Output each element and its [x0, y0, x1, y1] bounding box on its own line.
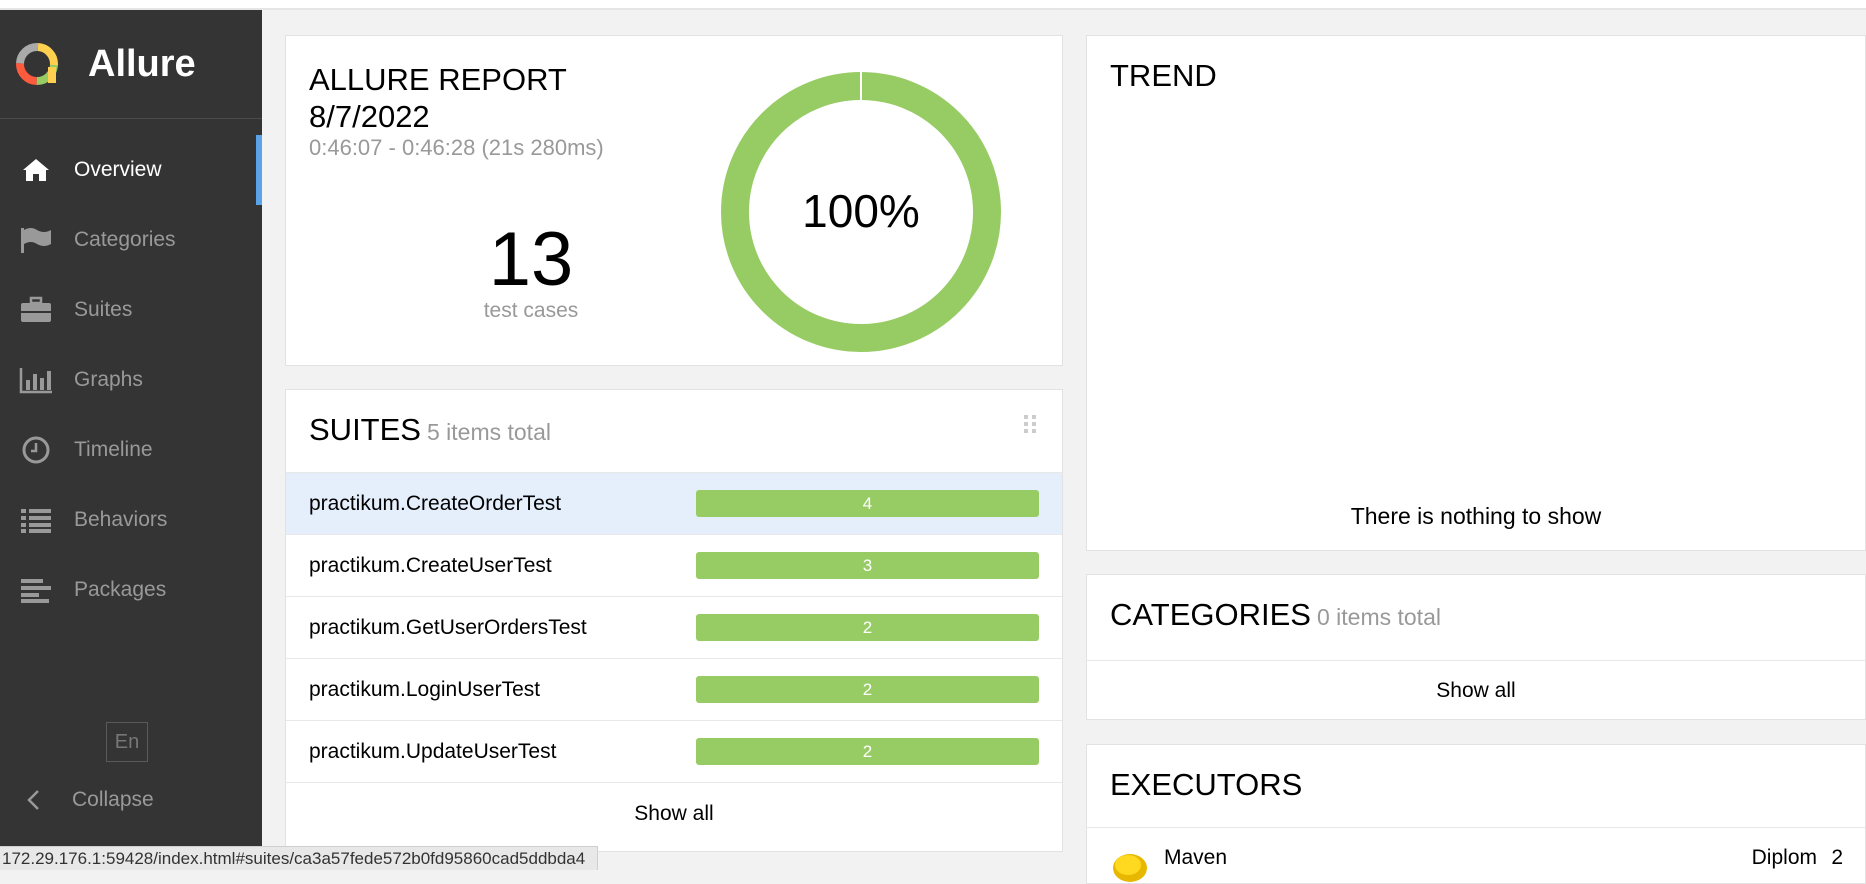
sidebar-item-label: Suites [74, 298, 133, 321]
categories-header: CATEGORIES 0 items total [1110, 597, 1441, 633]
pass-rate-donut[interactable]: 100% [721, 72, 1001, 352]
suite-row[interactable]: practikum.CreateUserTest 3 [286, 534, 1062, 596]
suites-show-all-link[interactable]: Show all [286, 782, 1062, 844]
sidebar-item-suites[interactable]: Suites [0, 275, 262, 345]
test-case-count: 13 [488, 217, 574, 302]
sidebar-item-categories[interactable]: Categories [0, 205, 262, 275]
suite-name: practikum.CreateUserTest [309, 553, 552, 577]
report-time-range: 0:46:07 - 0:46:28 (21s 280ms) [309, 135, 604, 160]
suite-name: practikum.UpdateUserTest [309, 739, 557, 763]
report-title-text: ALLURE REPORT [309, 62, 567, 97]
categories-show-all-link[interactable]: Show all [1087, 660, 1865, 720]
categories-subtitle: 0 items total [1316, 604, 1441, 630]
suite-status-bar: 2 [696, 738, 1039, 765]
sidebar-item-timeline[interactable]: Timeline [0, 415, 262, 485]
clock-icon [18, 435, 54, 465]
test-case-count-label: test cases [483, 299, 579, 322]
categories-widget: CATEGORIES 0 items total Show all [1086, 574, 1866, 720]
home-icon [18, 155, 54, 185]
align-left-icon [18, 575, 54, 605]
allure-logo-icon [16, 43, 58, 85]
report-title: ALLURE REPORT 8/7/2022 [309, 61, 567, 135]
suite-status-bar: 4 [696, 490, 1039, 517]
flag-icon [18, 225, 54, 255]
chevron-left-icon [16, 785, 52, 815]
suite-status-bar: 3 [696, 552, 1039, 579]
trend-widget: TREND There is nothing to show [1086, 35, 1866, 551]
drag-handle-icon[interactable] [1023, 414, 1037, 434]
collapse-label: Collapse [72, 788, 154, 811]
maven-executor-icon [1113, 854, 1147, 882]
suites-header: SUITES 5 items total [309, 412, 551, 448]
suites-widget: SUITES 5 items total practikum.CreateOrde… [285, 389, 1063, 852]
bar-chart-icon [18, 365, 54, 395]
suite-row[interactable]: practikum.GetUserOrdersTest 2 [286, 596, 1062, 658]
sidebar: Allure Overview Categories Suites Graphs [0, 10, 262, 869]
suite-status-bar: 2 [696, 676, 1039, 703]
suite-row[interactable]: practikum.LoginUserTest 2 [286, 658, 1062, 720]
sidebar-item-label: Graphs [74, 368, 143, 391]
sidebar-item-overview[interactable]: Overview [0, 135, 262, 205]
executor-build-number: 2 [1831, 846, 1843, 869]
sidebar-item-graphs[interactable]: Graphs [0, 345, 262, 415]
app-name: Allure [88, 42, 196, 85]
sidebar-item-packages[interactable]: Packages [0, 555, 262, 625]
language-button[interactable]: En [106, 722, 148, 762]
suite-name: practikum.LoginUserTest [309, 677, 541, 701]
executors-title: EXECUTORS [1110, 767, 1303, 802]
report-date: 8/7/2022 [309, 99, 430, 134]
sidebar-item-label: Categories [74, 228, 176, 251]
suite-status-bar: 2 [696, 614, 1039, 641]
list-icon [18, 505, 54, 535]
sidebar-item-label: Behaviors [74, 508, 168, 531]
suite-row[interactable]: practikum.CreateOrderTest 4 [286, 472, 1062, 534]
collapse-button[interactable]: Collapse [0, 780, 154, 820]
sidebar-item-label: Overview [74, 158, 162, 181]
trend-title: TREND [1110, 58, 1217, 93]
briefcase-icon [18, 295, 54, 325]
suite-name: practikum.CreateOrderTest [309, 491, 562, 515]
executor-name: Maven [1164, 846, 1228, 869]
browser-status-url: 172.29.176.1:59428/index.html#suites/ca3… [0, 846, 599, 870]
suite-row[interactable]: practikum.UpdateUserTest 2 [286, 720, 1062, 782]
suites-subtitle: 5 items total [426, 419, 551, 445]
sidebar-item-behaviors[interactable]: Behaviors [0, 485, 262, 555]
sidebar-item-label: Timeline [74, 438, 153, 461]
executor-build-name: Diplom [1751, 846, 1817, 869]
executors-widget: EXECUTORS Maven Diplom 2 [1086, 744, 1866, 884]
summary-widget: ALLURE REPORT 8/7/2022 0:46:07 - 0:46:28… [285, 35, 1063, 366]
categories-title: CATEGORIES [1110, 597, 1311, 632]
pass-rate-label: 100% [802, 185, 920, 237]
executor-row[interactable]: Maven Diplom 2 [1087, 827, 1865, 882]
suite-name: practikum.GetUserOrdersTest [309, 615, 587, 639]
trend-empty-message: There is nothing to show [1350, 503, 1602, 529]
sidebar-item-label: Packages [74, 578, 167, 601]
brand[interactable]: Allure [0, 10, 262, 119]
suites-title: SUITES [309, 412, 421, 447]
top-border [0, 0, 1866, 10]
sidebar-nav: Overview Categories Suites Graphs Timeli… [0, 135, 262, 625]
